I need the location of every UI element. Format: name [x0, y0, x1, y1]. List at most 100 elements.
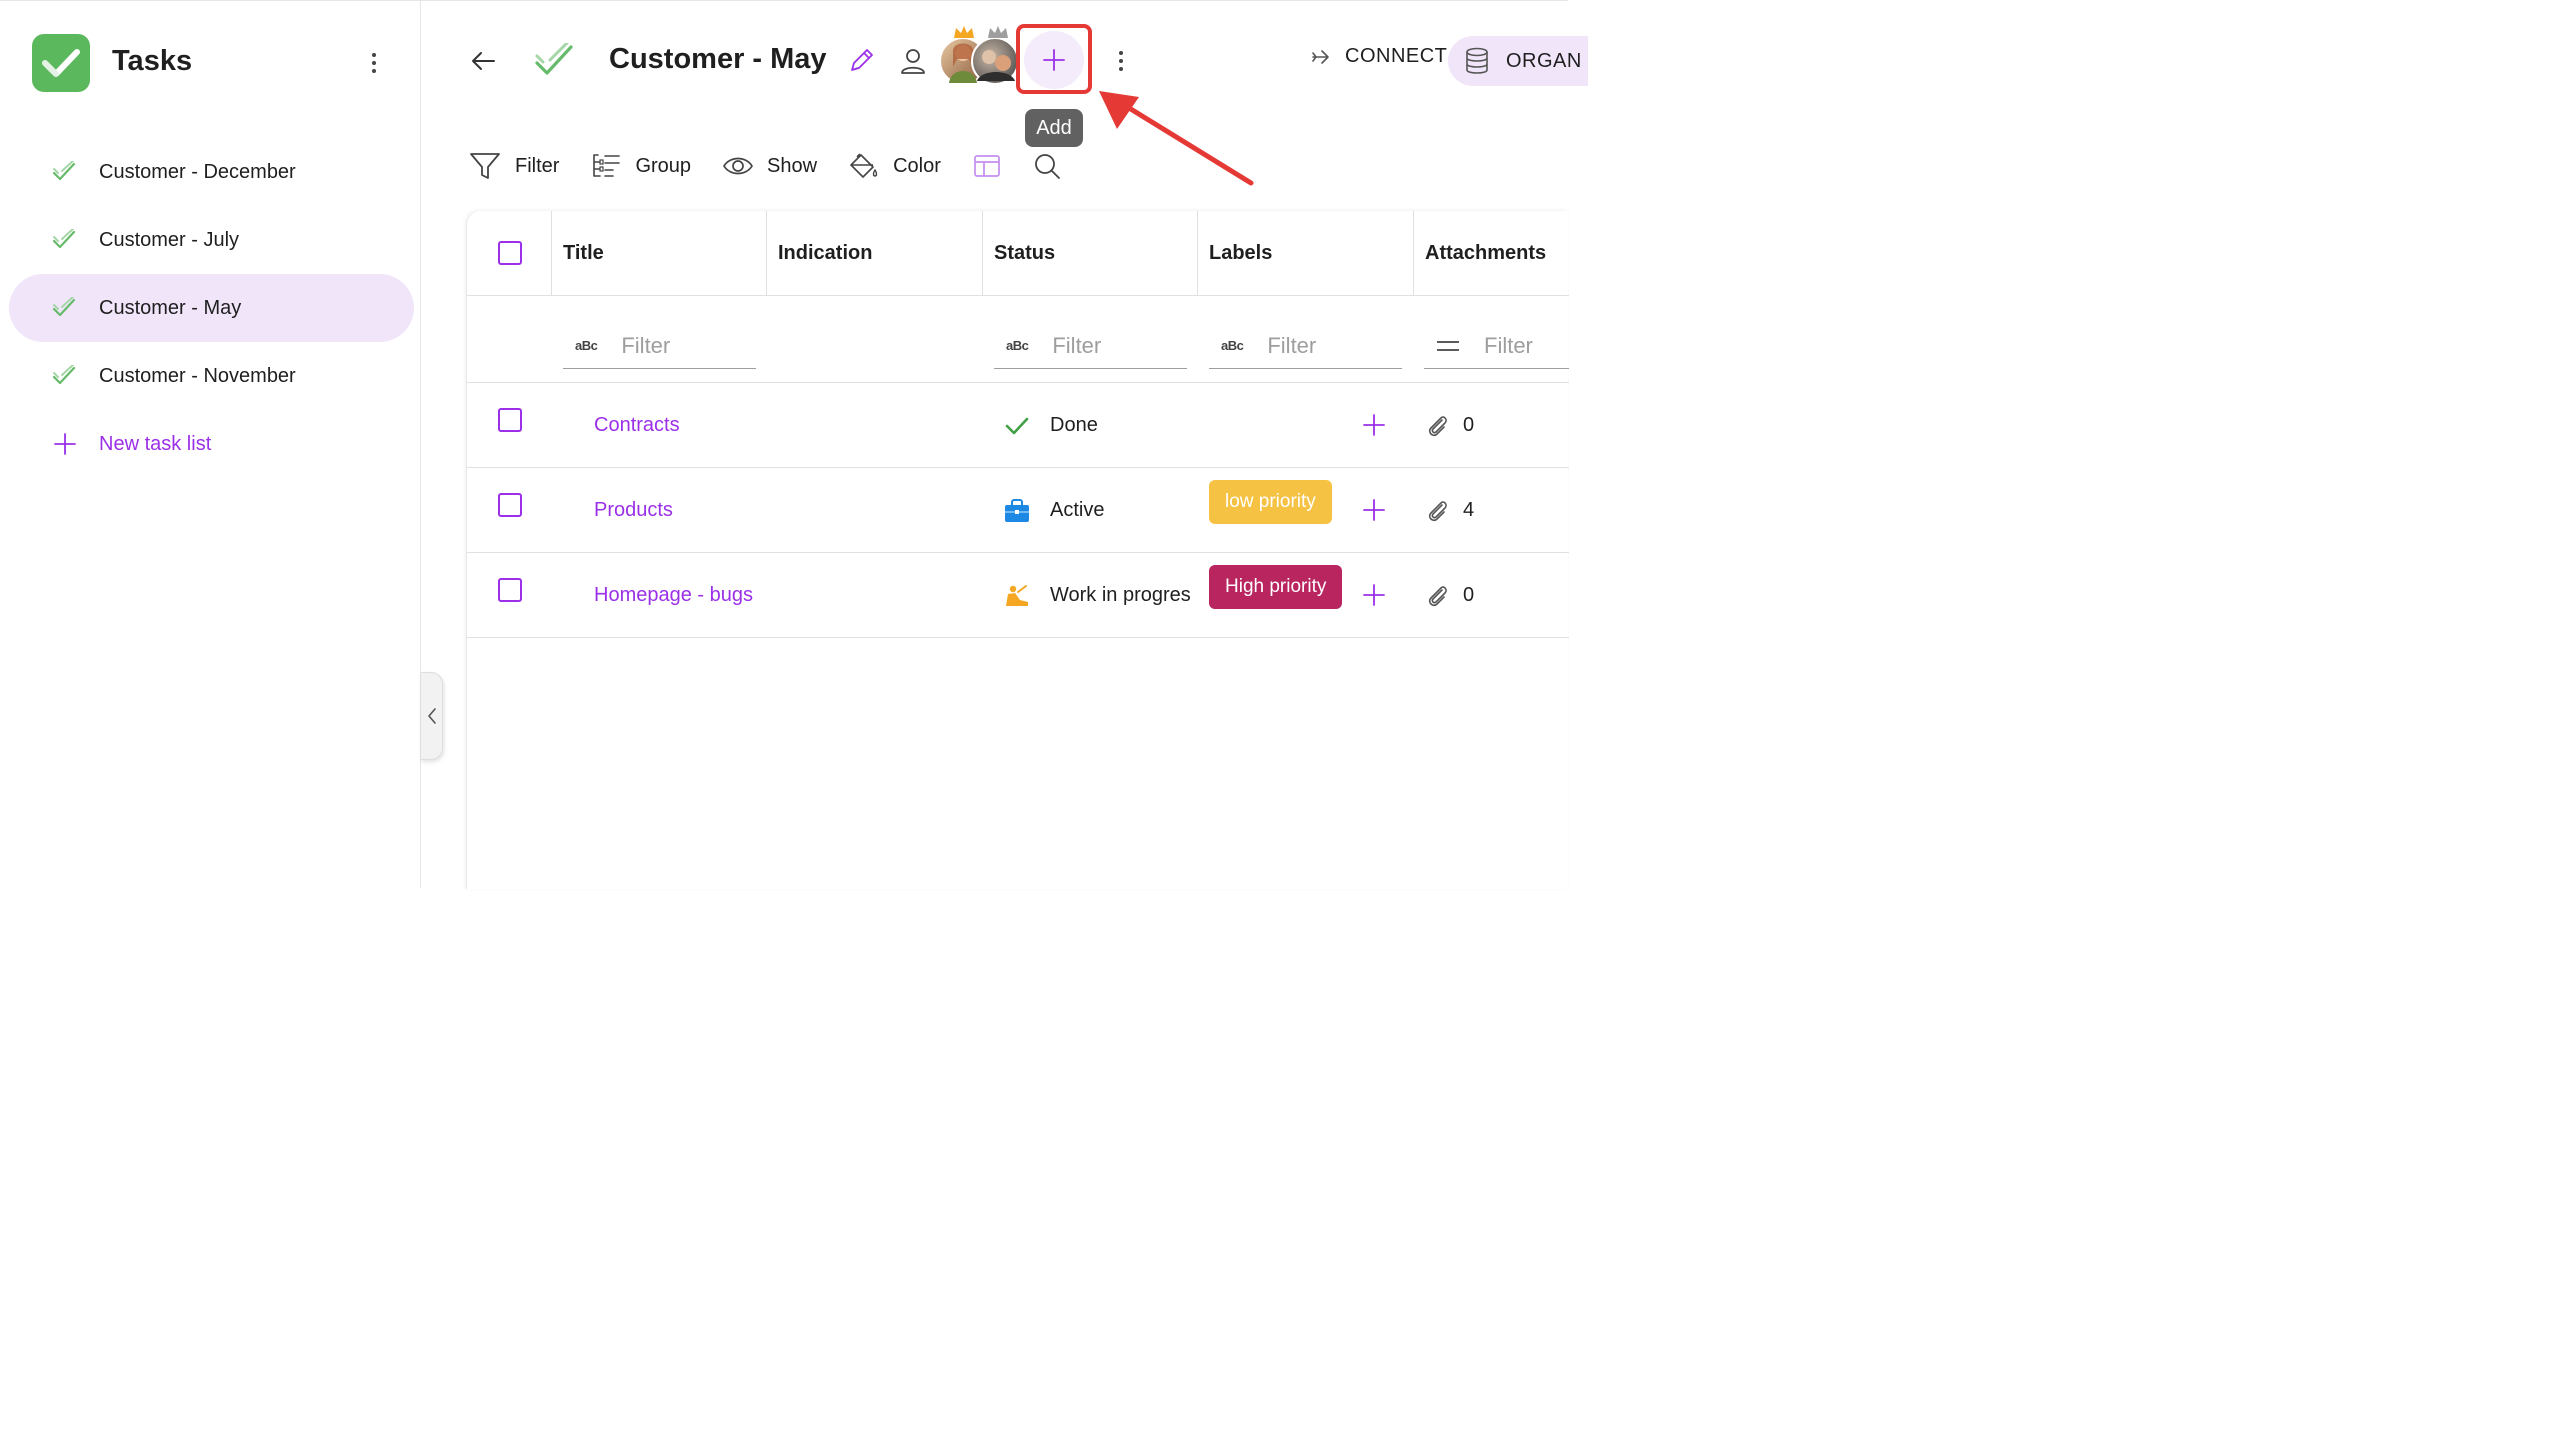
- show-label: Show: [767, 154, 818, 177]
- new-task-list-label: New task list: [99, 432, 212, 455]
- group-label: Group: [635, 154, 692, 177]
- member-avatar[interactable]: [971, 26, 1019, 85]
- task-title-link[interactable]: Contracts: [594, 383, 680, 468]
- eye-icon: [723, 157, 754, 175]
- filter-icon: [470, 153, 500, 179]
- new-task-list-button[interactable]: New task list: [9, 410, 414, 478]
- check-icon: [42, 49, 80, 77]
- add-label-icon[interactable]: [1362, 413, 1386, 437]
- pencil-icon: [851, 49, 873, 71]
- status-filter-input[interactable]: aBc Filter: [994, 323, 1187, 369]
- label-chip[interactable]: low priority: [1209, 480, 1332, 524]
- double-check-icon: [51, 294, 79, 322]
- assignee-button[interactable]: [897, 45, 929, 77]
- attachments-cell[interactable]: 0: [1425, 412, 1474, 438]
- double-check-icon: [51, 226, 79, 254]
- sidebar-item-customer-november[interactable]: Customer - November: [9, 342, 414, 410]
- double-check-icon: [533, 39, 577, 83]
- attachments-cell[interactable]: 0: [1425, 582, 1474, 608]
- filter-button[interactable]: Filter: [469, 151, 559, 181]
- status-cell[interactable]: Done: [1004, 383, 1098, 468]
- filter-placeholder: Filter: [1267, 332, 1317, 358]
- labels-filter-input[interactable]: aBc Filter: [1209, 323, 1402, 369]
- table-row[interactable]: Products Active low priority 4: [467, 468, 1569, 553]
- sidebar-more-icon[interactable]: [362, 48, 386, 78]
- column-header-status[interactable]: Status: [982, 211, 1197, 296]
- connect-icon: [1312, 49, 1329, 64]
- annotation-arrow: [1099, 91, 1254, 186]
- select-all-checkbox[interactable]: [498, 241, 522, 265]
- sidebar-item-customer-july[interactable]: Customer - July: [9, 206, 414, 274]
- task-title-link[interactable]: Homepage - bugs: [594, 553, 753, 638]
- table-header: Title Indication Status Labels Attachmen…: [467, 211, 1569, 296]
- paperclip-icon: [1428, 416, 1447, 437]
- attachments-filter-input[interactable]: Filter: [1424, 323, 1569, 369]
- column-header-title[interactable]: Title: [551, 211, 766, 296]
- back-button[interactable]: [467, 45, 499, 77]
- app-title: Tasks: [112, 45, 193, 77]
- attachments-cell[interactable]: 4: [1425, 497, 1474, 523]
- page-title: Customer - May: [609, 43, 827, 75]
- status-cell[interactable]: Active: [1004, 468, 1104, 553]
- double-check-icon: [51, 362, 79, 390]
- status-text: Done: [1050, 414, 1098, 436]
- edit-title-button[interactable]: [845, 45, 877, 77]
- plus-icon: [51, 430, 79, 458]
- briefcase-icon: [1005, 498, 1029, 522]
- status-text: Active: [1050, 499, 1105, 521]
- color-button[interactable]: Color: [849, 152, 941, 180]
- double-check-icon: [51, 158, 79, 186]
- sidebar-item-label: Customer - November: [99, 364, 296, 387]
- show-button[interactable]: Show: [723, 155, 817, 178]
- equals-icon: [1437, 340, 1459, 351]
- task-list-nav: Customer - December Customer - July Cust…: [9, 138, 414, 478]
- sidebar-item-customer-december[interactable]: Customer - December: [9, 138, 414, 206]
- filter-label: Filter: [515, 154, 560, 177]
- text-type-icon: aBc: [1221, 338, 1244, 353]
- more-options-icon[interactable]: [1109, 46, 1133, 76]
- person-icon: [901, 49, 925, 74]
- sidebar-item-label: Customer - December: [99, 160, 296, 183]
- title-filter-input[interactable]: aBc Filter: [563, 323, 756, 369]
- color-label: Color: [893, 154, 941, 177]
- task-title-link[interactable]: Products: [594, 468, 673, 553]
- search-button[interactable]: [1033, 152, 1061, 180]
- add-label-icon[interactable]: [1362, 498, 1386, 522]
- sidebar-item-customer-may[interactable]: Customer - May: [9, 274, 414, 342]
- table-row[interactable]: Contracts Done 0: [467, 383, 1569, 468]
- status-cell[interactable]: Work in progres: [1004, 553, 1191, 638]
- toolbar: Filter Group Show Color: [469, 146, 1093, 186]
- sidebar: Tasks Customer - December Customer - Jul…: [0, 0, 421, 888]
- crown-icon: [988, 26, 1008, 38]
- paperclip-icon: [1428, 586, 1447, 607]
- label-chip[interactable]: High priority: [1209, 565, 1343, 609]
- add-tooltip: Add: [1025, 109, 1083, 147]
- sidebar-item-label: Customer - July: [99, 228, 240, 251]
- column-header-labels[interactable]: Labels: [1197, 211, 1413, 296]
- add-label-icon[interactable]: [1362, 583, 1386, 607]
- organize-button[interactable]: ORGAN: [1448, 36, 1588, 86]
- task-table: Title Indication Status Labels Attachmen…: [466, 211, 1569, 889]
- database-icon: [1466, 47, 1488, 74]
- column-header-indication[interactable]: Indication: [766, 211, 982, 296]
- row-checkbox[interactable]: [498, 408, 522, 432]
- row-checkbox[interactable]: [498, 578, 522, 602]
- construction-worker-icon: [1006, 584, 1028, 606]
- group-icon: [593, 154, 621, 177]
- filter-placeholder: Filter: [621, 332, 671, 358]
- main-panel: Customer - May Add CONNECT ORGAN Filter: [421, 0, 1588, 889]
- connect-button[interactable]: CONNECT: [1311, 45, 1447, 68]
- attachment-count: 0: [1463, 583, 1475, 606]
- app-logo: [32, 34, 90, 92]
- paint-bucket-icon: [850, 153, 878, 178]
- filter-placeholder: Filter: [1484, 332, 1533, 358]
- check-icon: [1005, 417, 1029, 434]
- table-layout-icon: [974, 155, 1000, 177]
- table-row[interactable]: Homepage - bugs Work in progres High pri…: [467, 553, 1569, 638]
- layout-button[interactable]: [973, 154, 1001, 178]
- group-button[interactable]: Group: [591, 152, 691, 180]
- row-checkbox[interactable]: [498, 493, 522, 517]
- filter-row: aBc Filter aBc Filter aBc Filter Filter: [467, 297, 1569, 383]
- column-header-attachments[interactable]: Attachments: [1413, 211, 1569, 296]
- connect-label: CONNECT: [1345, 45, 1448, 67]
